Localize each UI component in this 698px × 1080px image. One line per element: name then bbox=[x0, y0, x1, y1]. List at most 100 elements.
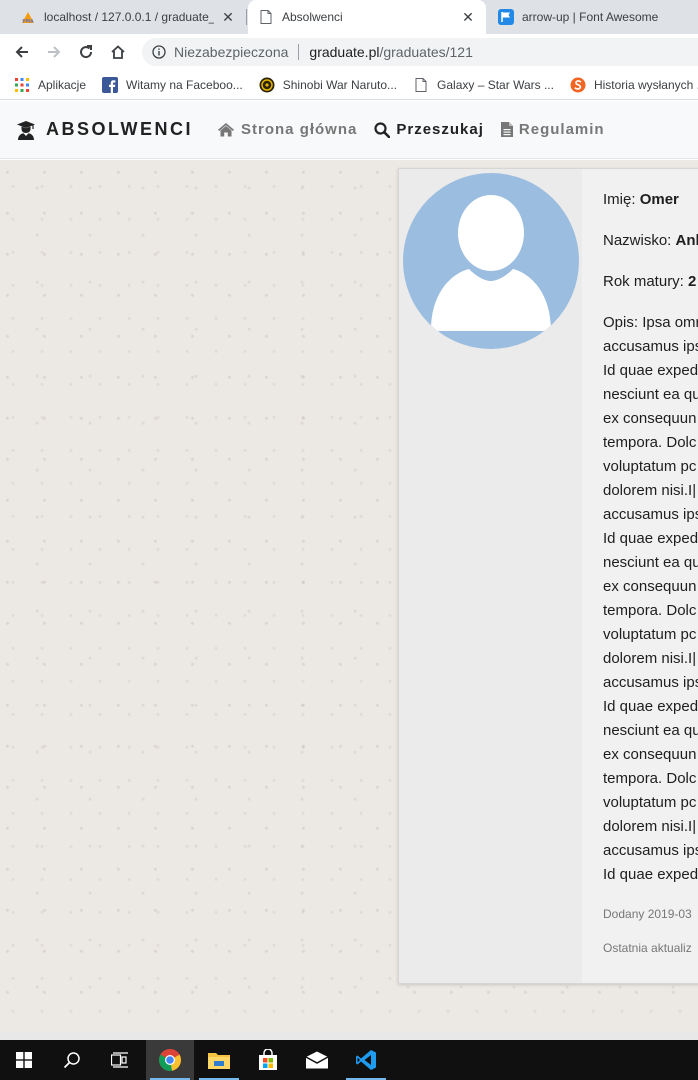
site-brand[interactable]: ABSOLWENCI bbox=[16, 119, 193, 140]
last-name-value: Anl bbox=[675, 232, 698, 249]
forward-arrow-icon bbox=[48, 46, 61, 58]
description-line: ex consequun bbox=[603, 746, 697, 763]
first-name-value: Omer bbox=[639, 191, 679, 208]
last-name-label: Nazwisko: bbox=[603, 232, 672, 249]
close-icon[interactable]: ✕ bbox=[460, 9, 476, 25]
description-line: nesciunt ea qu bbox=[603, 386, 698, 403]
taskbar-chrome[interactable] bbox=[146, 1040, 194, 1080]
description-line: nesciunt ea qu bbox=[603, 554, 698, 571]
taskbar-store[interactable] bbox=[244, 1040, 292, 1080]
facebook-icon bbox=[102, 76, 119, 93]
brand-name: ABSOLWENCI bbox=[46, 119, 194, 139]
avatar-column bbox=[399, 169, 582, 983]
search-icon bbox=[63, 1052, 80, 1069]
reload-icon bbox=[80, 45, 93, 59]
description-line: dolorem nisi.I| bbox=[603, 818, 697, 835]
nav-home[interactable]: Strona główna bbox=[217, 121, 357, 138]
description-line: tempora. Dolc bbox=[603, 602, 697, 619]
chrome-icon bbox=[159, 1049, 181, 1071]
description-label: Opis: bbox=[603, 314, 639, 331]
url-path: /graduates/121 bbox=[379, 44, 473, 60]
description-line: ex consequun bbox=[603, 578, 697, 595]
taskbar-file-explorer[interactable] bbox=[195, 1040, 243, 1080]
tab-title: Absolwenci bbox=[282, 10, 343, 24]
close-icon[interactable]: ✕ bbox=[220, 9, 236, 25]
windows-start-icon bbox=[16, 1052, 32, 1068]
description: Opis: Ipsa omr accusamus ips Id quae exp… bbox=[603, 311, 698, 887]
search-icon bbox=[374, 121, 391, 138]
info-icon[interactable] bbox=[152, 45, 166, 59]
graduate-card: Imię: Omer Nazwisko: Anl Rok matury: 2 O… bbox=[398, 168, 698, 984]
nav-label: Strona główna bbox=[241, 121, 358, 138]
store-icon bbox=[259, 1049, 277, 1070]
site-navbar: ABSOLWENCI Strona główna Przeszukaj Regu… bbox=[0, 101, 698, 159]
info-column: Imię: Omer Nazwisko: Anl Rok matury: 2 O… bbox=[582, 169, 698, 983]
description-line: dolorem nisi.I| bbox=[603, 482, 697, 499]
description-line: accusamus ips bbox=[603, 338, 698, 355]
shinobi-icon bbox=[259, 77, 275, 93]
description-line: Ipsa omr bbox=[642, 314, 698, 331]
first-name-field: Imię: Omer bbox=[603, 191, 698, 209]
forward-button[interactable] bbox=[40, 38, 68, 66]
taskbar-mail[interactable] bbox=[293, 1040, 341, 1080]
tab-title: arrow-up | Font Awesome bbox=[522, 10, 659, 24]
bookmark-galaxy[interactable]: Galaxy – Star Wars ... bbox=[413, 77, 554, 93]
home-button[interactable] bbox=[104, 38, 132, 66]
description-line: nesciunt ea qu bbox=[603, 722, 698, 739]
tab-title: localhost / 127.0.0.1 / graduate_1 bbox=[44, 10, 214, 24]
graduation-year-field: Rok matury: 2 bbox=[603, 273, 698, 291]
description-line: voluptatum pc bbox=[603, 626, 697, 643]
task-view-icon bbox=[111, 1052, 128, 1068]
document-icon bbox=[258, 9, 274, 25]
tab-phpmyadmin[interactable]: PMA localhost / 127.0.0.1 / graduate_1 ✕ bbox=[12, 0, 244, 34]
reload-button[interactable] bbox=[72, 38, 100, 66]
bookmark-label: Aplikacje bbox=[38, 77, 87, 92]
nav-regulamin[interactable]: Regulamin bbox=[500, 121, 605, 138]
url-host: graduate.pl bbox=[309, 44, 380, 60]
tab-absolwenci[interactable]: Absolwenci ✕ bbox=[248, 0, 486, 34]
vscode-icon bbox=[356, 1050, 376, 1070]
graduate-icon bbox=[16, 120, 36, 140]
page-bottom-edge bbox=[0, 1032, 698, 1040]
first-name-label: Imię: bbox=[603, 191, 636, 208]
description-line: voluptatum pc bbox=[603, 794, 697, 811]
home-icon bbox=[217, 122, 235, 137]
file-icon bbox=[500, 122, 513, 137]
bookmark-label: Historia wysłanych ... bbox=[593, 77, 698, 92]
bookmark-label: Shinobi War Naruto... bbox=[282, 77, 398, 92]
apps-grid-icon bbox=[14, 77, 30, 93]
bookmark-facebook[interactable]: Witamy na Faceboo... bbox=[102, 76, 243, 93]
address-bar[interactable]: Niezabezpieczona graduate.pl/graduates/1… bbox=[142, 38, 698, 66]
bookmark-historia[interactable]: Historia wysłanych ... bbox=[570, 77, 698, 93]
task-view-button[interactable] bbox=[96, 1040, 144, 1080]
tab-separator bbox=[246, 9, 247, 25]
last-name-field: Nazwisko: Anl bbox=[603, 232, 698, 250]
history-icon bbox=[570, 77, 586, 93]
description-line: tempora. Dolc bbox=[603, 434, 697, 451]
bookmark-apps[interactable]: Aplikacje bbox=[14, 77, 86, 93]
graduation-year-value: 2 bbox=[688, 273, 697, 290]
nav-label: Regulamin bbox=[518, 121, 605, 138]
description-line: Id quae exped bbox=[603, 866, 698, 883]
taskbar-search-button[interactable] bbox=[48, 1040, 96, 1080]
added-date: Dodany 2019-03 bbox=[603, 907, 692, 921]
bookmark-shinobi[interactable]: Shinobi War Naruto... bbox=[259, 77, 397, 93]
avatar bbox=[403, 173, 579, 349]
tab-font-awesome[interactable]: arrow-up | Font Awesome bbox=[490, 0, 698, 34]
home-icon bbox=[111, 45, 125, 59]
font-awesome-flag-icon bbox=[498, 9, 514, 25]
security-label: Niezabezpieczona bbox=[174, 44, 289, 60]
nav-search[interactable]: Przeszukaj bbox=[374, 121, 484, 138]
back-button[interactable] bbox=[8, 38, 36, 66]
graduation-year-label: Rok matury: bbox=[603, 273, 684, 290]
taskbar-vscode[interactable] bbox=[342, 1040, 390, 1080]
page-content: Imię: Omer Nazwisko: Anl Rok matury: 2 O… bbox=[0, 160, 698, 1032]
description-line: accusamus ips bbox=[603, 674, 698, 691]
description-line: accusamus ips bbox=[603, 506, 698, 523]
start-button[interactable] bbox=[0, 1040, 48, 1080]
page-icon bbox=[413, 77, 429, 93]
bookmarks-bar: Aplikacje Witamy na Faceboo... Shinobi W… bbox=[0, 70, 698, 100]
address-separator bbox=[298, 44, 300, 60]
browser-tab-strip: PMA localhost / 127.0.0.1 / graduate_1 ✕… bbox=[0, 0, 698, 34]
description-line: voluptatum pc bbox=[603, 458, 697, 475]
